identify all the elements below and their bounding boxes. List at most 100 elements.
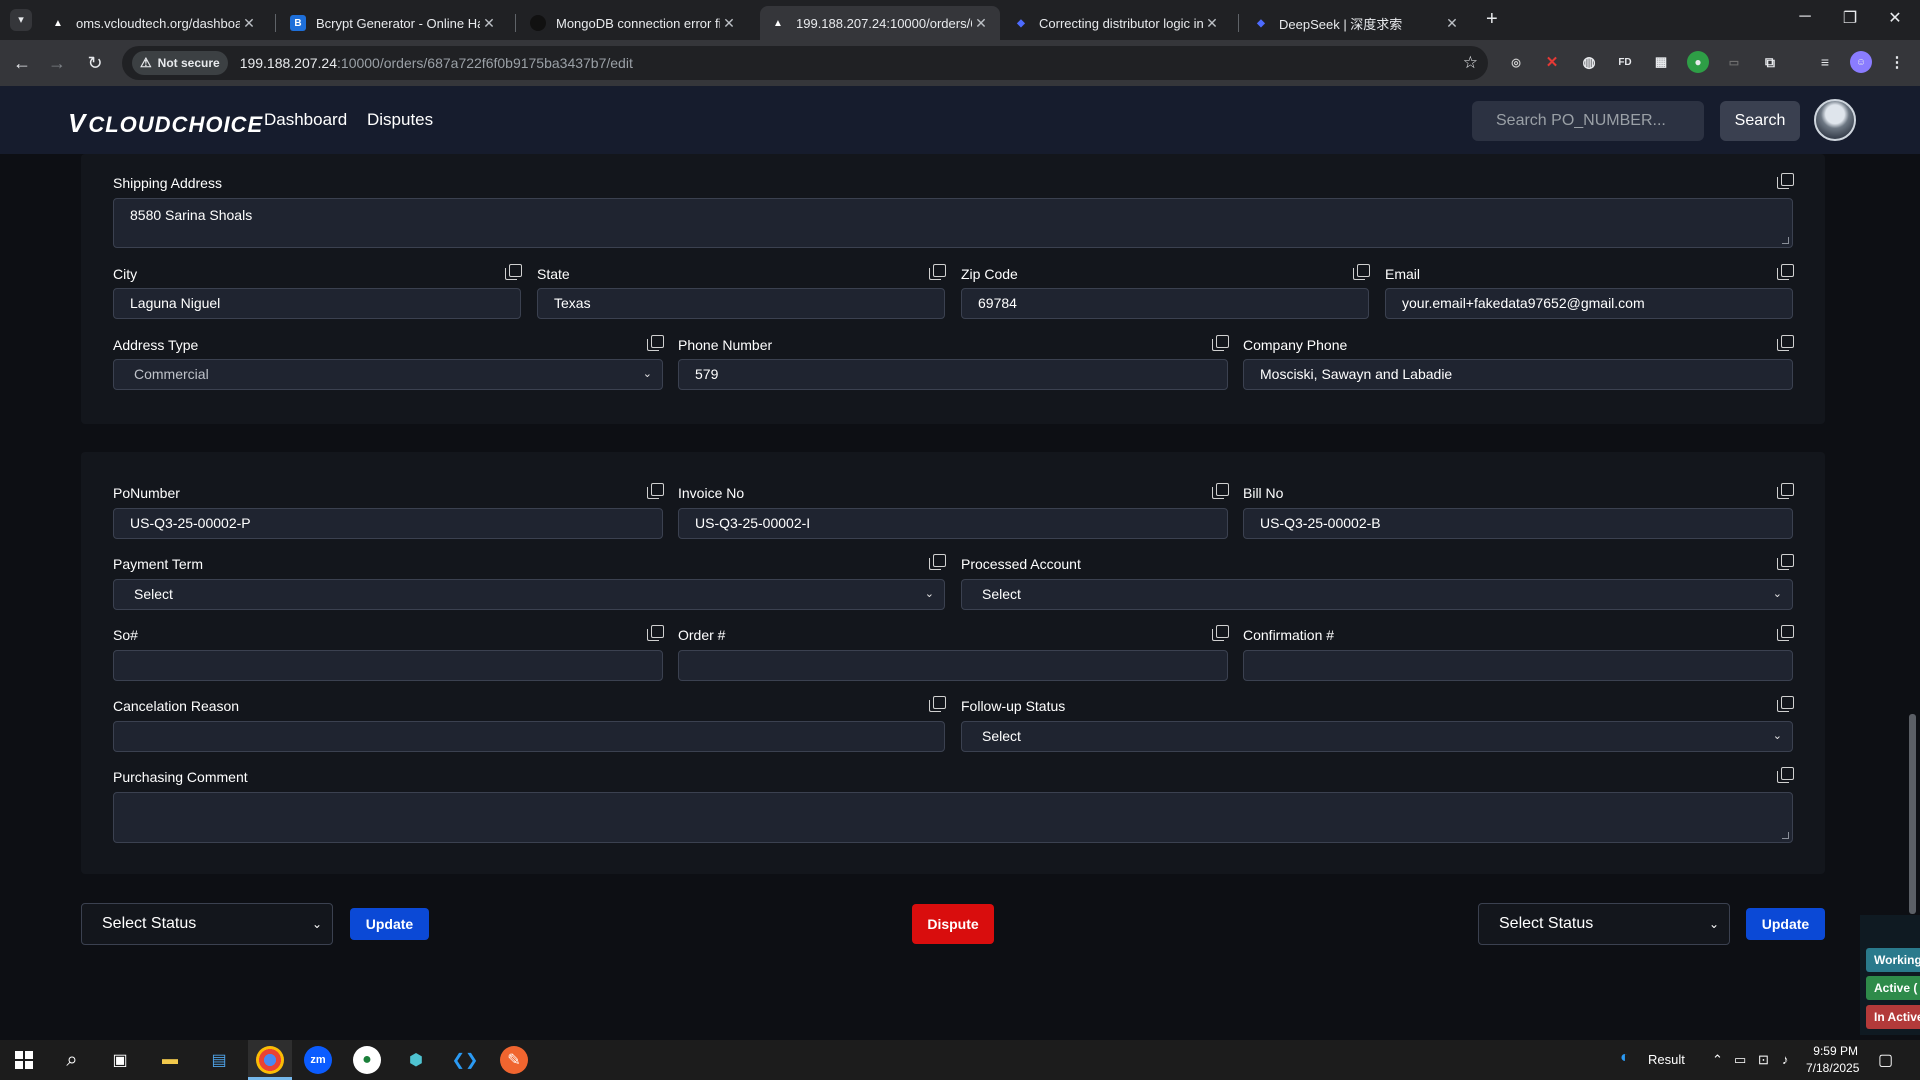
search-icon[interactable]: ⌕	[58, 1046, 86, 1074]
close-tab-icon[interactable]: ✕	[972, 15, 990, 32]
close-tab-icon[interactable]: ✕	[480, 15, 498, 32]
windows-start-icon[interactable]	[10, 1046, 38, 1074]
nav-dashboard[interactable]: Dashboard	[264, 110, 347, 130]
status-select-right[interactable]: Select Status ⌄	[1478, 903, 1730, 945]
extension-gray-icon[interactable]: ▭	[1723, 51, 1745, 73]
zoom-icon[interactable]: zm	[304, 1046, 332, 1074]
vscode-icon[interactable]: ❮❯	[451, 1046, 479, 1074]
copy-icon[interactable]	[929, 554, 946, 570]
profile-avatar-icon[interactable]: ☺	[1850, 51, 1872, 73]
bookmark-star-icon[interactable]: ☆	[1463, 53, 1478, 73]
extension-x-icon[interactable]: ✕	[1541, 51, 1563, 73]
battery-icon[interactable]: ▭	[1734, 1052, 1746, 1068]
close-tab-icon[interactable]: ✕	[240, 15, 258, 32]
copy-icon[interactable]	[1212, 335, 1229, 351]
search-button[interactable]: Search	[1720, 101, 1800, 141]
volume-icon[interactable]: ♪	[1782, 1052, 1789, 1067]
close-tab-icon[interactable]: ✕	[1443, 15, 1461, 32]
so-number-input[interactable]	[113, 650, 663, 681]
status-tag-active[interactable]: Active (	[1866, 976, 1920, 1000]
order-number-input[interactable]	[678, 650, 1228, 681]
resize-grip-icon[interactable]	[1782, 237, 1789, 244]
copy-icon[interactable]	[1212, 483, 1229, 499]
browser-menu-icon[interactable]: ⋮	[1886, 51, 1908, 73]
user-avatar[interactable]	[1814, 99, 1856, 141]
copy-icon[interactable]	[929, 264, 946, 280]
bill-no-input[interactable]: US-Q3-25-00002-B	[1243, 508, 1793, 539]
copy-icon[interactable]	[1777, 173, 1794, 189]
page-scrollbar-thumb[interactable]	[1909, 714, 1916, 914]
payment-term-select[interactable]: Select ⌄	[113, 579, 945, 610]
close-window-icon[interactable]: ✕	[1880, 8, 1910, 28]
copy-icon[interactable]	[1212, 625, 1229, 641]
confirmation-number-input[interactable]	[1243, 650, 1793, 681]
close-tab-icon[interactable]: ✕	[1203, 15, 1221, 32]
city-input[interactable]: Laguna Niguel	[113, 288, 521, 319]
address-bar[interactable]: ⚠ Not secure 199.188.207.24 :10000/order…	[122, 46, 1488, 80]
close-tab-icon[interactable]: ✕	[720, 15, 738, 32]
restore-icon[interactable]: ❐	[1835, 8, 1865, 28]
address-type-select[interactable]: Commercial ⌄	[113, 359, 663, 390]
extension-globe-icon[interactable]: ◍	[1578, 51, 1600, 73]
new-tab-plus-icon[interactable]: +	[1486, 8, 1498, 31]
microsoft-store-icon[interactable]: ▤	[205, 1046, 233, 1074]
extension-glasses-icon[interactable]: ◎	[1505, 51, 1527, 73]
browser-tab-3[interactable]: MongoDB connection error fix ✕	[520, 6, 748, 40]
update-button-left[interactable]: Update	[350, 908, 429, 940]
status-select-left[interactable]: Select Status ⌄	[81, 903, 333, 945]
notifications-icon[interactable]: ▢	[1878, 1050, 1893, 1070]
tab-search-chevron-icon[interactable]: ▾	[10, 9, 32, 31]
copy-icon[interactable]	[647, 335, 664, 351]
copy-icon[interactable]	[1777, 483, 1794, 499]
po-number-search-input[interactable]: Search PO_NUMBER...	[1472, 101, 1704, 141]
copy-icon[interactable]	[1353, 264, 1370, 280]
reload-icon[interactable]: ↻	[83, 52, 107, 74]
update-button-right[interactable]: Update	[1746, 908, 1825, 940]
extension-fd-icon[interactable]: FD	[1614, 51, 1636, 73]
file-explorer-icon[interactable]: ▬	[156, 1046, 184, 1074]
cancelation-reason-input[interactable]	[113, 721, 945, 752]
extensions-puzzle-icon[interactable]: ⧉	[1759, 51, 1781, 73]
browser-tab-5[interactable]: ◆ Correcting distributor logic in J ✕	[1003, 6, 1231, 40]
dev-tool-icon[interactable]: ⬢	[402, 1046, 430, 1074]
copy-icon[interactable]	[1777, 554, 1794, 570]
shipping-address-textarea[interactable]: 8580 Sarina Shoals	[113, 198, 1793, 248]
not-secure-badge[interactable]: ⚠ Not secure	[132, 51, 228, 75]
copy-icon[interactable]	[647, 483, 664, 499]
forward-arrow-icon[interactable]: →	[45, 52, 69, 74]
copy-icon[interactable]	[1777, 767, 1794, 783]
show-hidden-icons-chevron-icon[interactable]: ⌃	[1712, 1052, 1723, 1068]
extension-green-icon[interactable]: ●	[1687, 51, 1709, 73]
copy-icon[interactable]	[1777, 625, 1794, 641]
media-control-icon[interactable]: ≡	[1814, 51, 1836, 73]
chrome-icon[interactable]	[256, 1046, 284, 1074]
resize-grip-icon[interactable]	[1782, 832, 1789, 839]
task-view-icon[interactable]: ▣	[106, 1046, 134, 1074]
company-phone-input[interactable]: Mosciski, Sawayn and Labadie	[1243, 359, 1793, 390]
email-input[interactable]: your.email+fakedata97652@gmail.com	[1385, 288, 1793, 319]
minimize-icon[interactable]: ─	[1790, 8, 1820, 26]
status-tag-inactive[interactable]: In Active	[1866, 1005, 1920, 1029]
zip-code-input[interactable]: 69784	[961, 288, 1369, 319]
cloudchoice-logo[interactable]: VCLOUDCHOICE	[68, 108, 263, 139]
purchasing-comment-textarea[interactable]	[113, 792, 1793, 843]
extension-image-icon[interactable]: ▦	[1650, 51, 1672, 73]
weather-icon[interactable]: ◐	[1620, 1049, 1630, 1067]
browser-tab-1[interactable]: ▲ oms.vcloudtech.org/dashboard ✕	[40, 6, 268, 40]
tray-result-label[interactable]: Result	[1648, 1052, 1685, 1067]
follow-up-status-select[interactable]: Select ⌄	[961, 721, 1793, 752]
dispute-button[interactable]: Dispute	[912, 904, 994, 944]
taskbar-clock[interactable]: 9:59 PM 7/18/2025	[1806, 1043, 1859, 1077]
status-tag-working[interactable]: Working	[1866, 948, 1920, 972]
copy-icon[interactable]	[1777, 335, 1794, 351]
postman-icon[interactable]: ✎	[500, 1046, 528, 1074]
copy-icon[interactable]	[647, 625, 664, 641]
network-icon[interactable]: ⊡	[1758, 1052, 1769, 1068]
copy-icon[interactable]	[1777, 696, 1794, 712]
browser-tab-6[interactable]: ◆ DeepSeek | 深度求索 ✕	[1243, 6, 1471, 40]
mongodb-compass-icon[interactable]: ●	[353, 1046, 381, 1074]
state-input[interactable]: Texas	[537, 288, 945, 319]
invoice-no-input[interactable]: US-Q3-25-00002-I	[678, 508, 1228, 539]
po-number-input[interactable]: US-Q3-25-00002-P	[113, 508, 663, 539]
copy-icon[interactable]	[505, 264, 522, 280]
